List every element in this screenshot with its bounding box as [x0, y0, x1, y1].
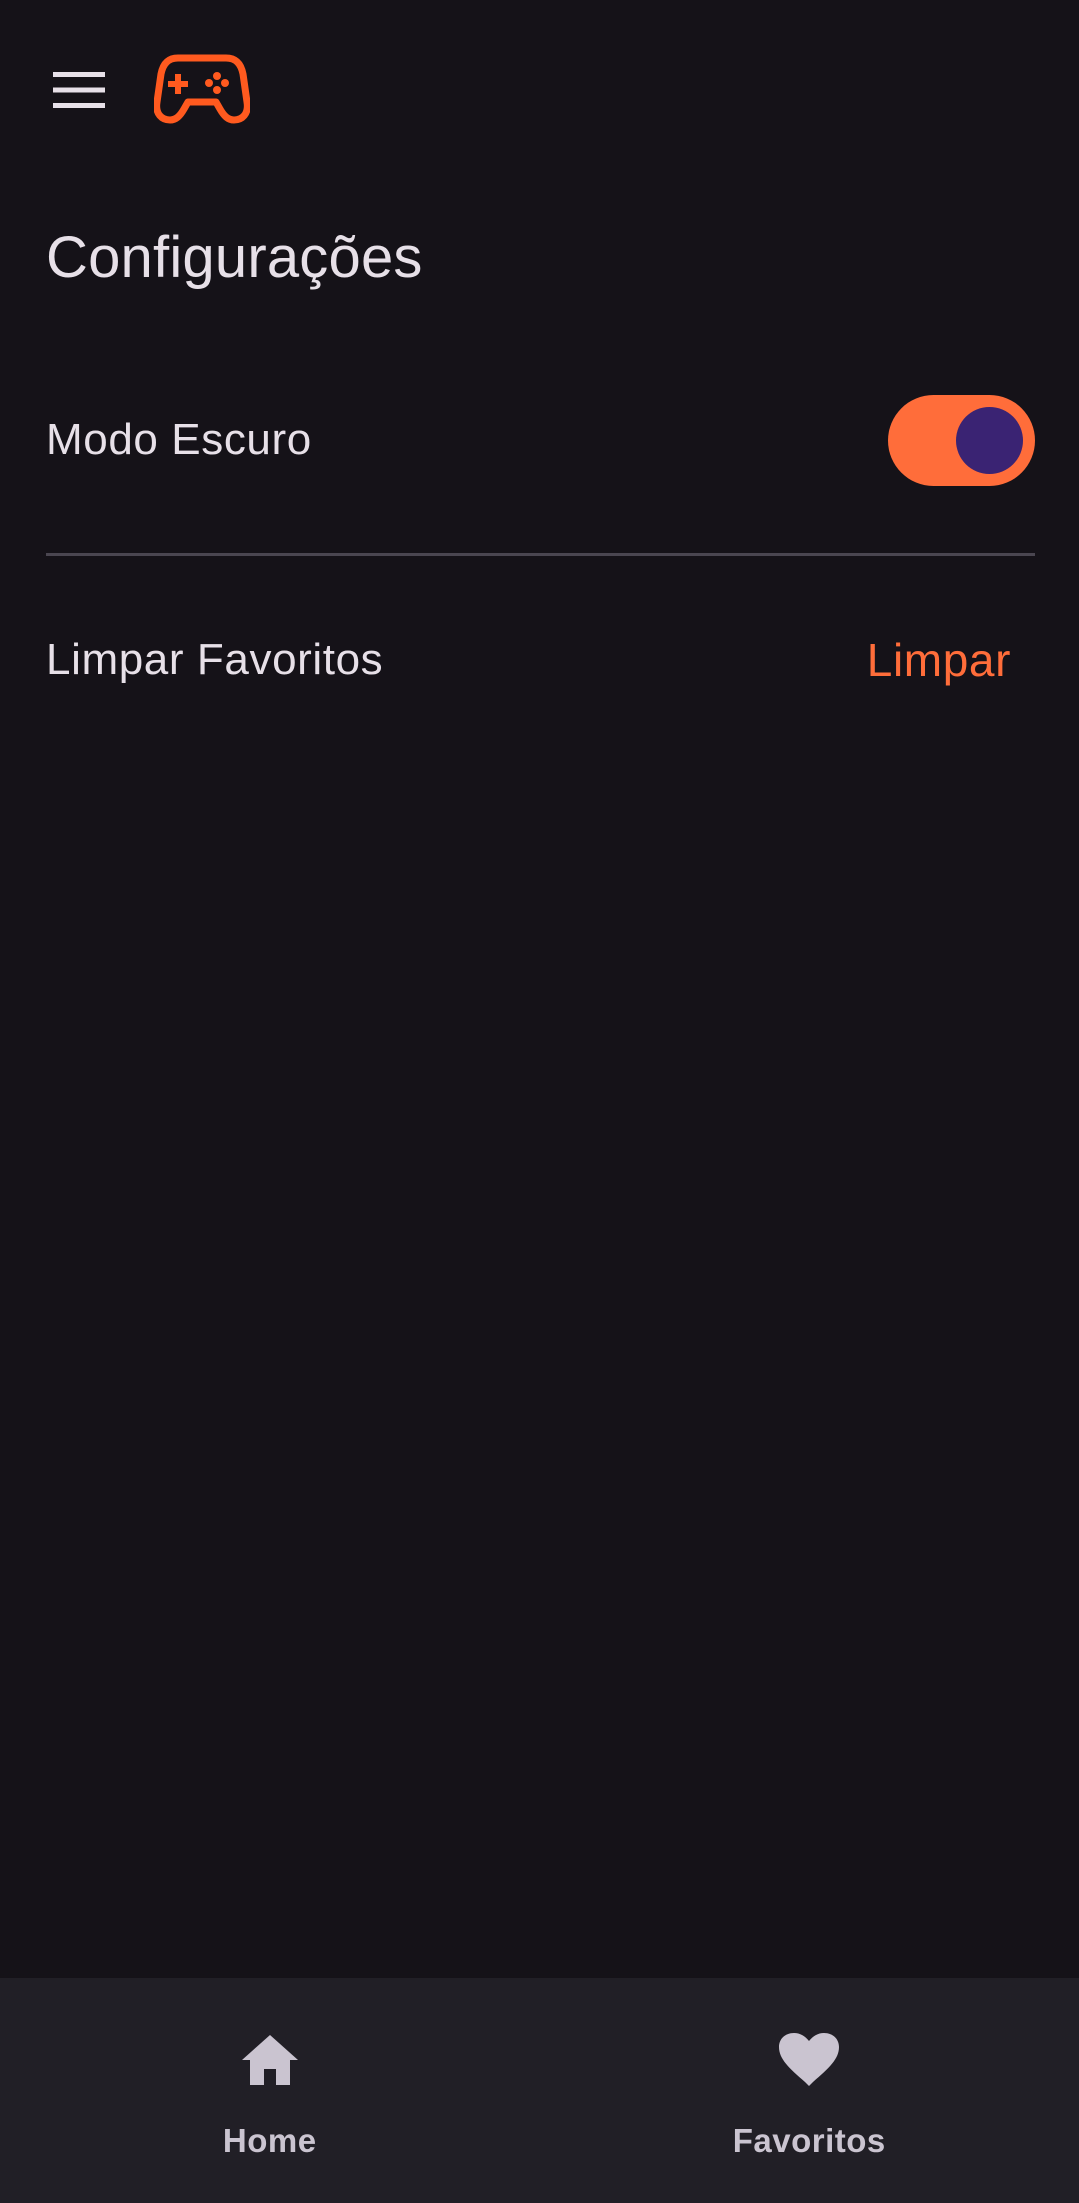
dark-mode-row: Modo Escuro	[46, 380, 1035, 500]
dark-mode-switch[interactable]	[888, 394, 1035, 486]
divider	[46, 553, 1035, 556]
switch-thumb	[956, 406, 1023, 474]
gamepad-icon	[153, 54, 251, 124]
hamburger-menu-icon	[53, 72, 105, 108]
page-title: Configurações	[46, 225, 423, 290]
nav-item-home[interactable]: Home	[0, 1978, 540, 2203]
clear-favorites-label: Limpar Favoritos	[46, 635, 384, 684]
nav-item-favoritos[interactable]: Favoritos	[540, 1978, 1079, 2203]
clear-favorites-button[interactable]: Limpar	[843, 617, 1035, 703]
clear-favorites-row: Limpar Favoritos Limpar	[46, 600, 1035, 720]
home-icon	[238, 2028, 302, 2092]
dark-mode-label: Modo Escuro	[46, 415, 312, 464]
app-logo	[153, 50, 251, 126]
bottom-navigation-bar: Home Favoritos	[0, 1978, 1079, 2203]
menu-button[interactable]	[30, 50, 128, 130]
heart-icon	[777, 2028, 841, 2092]
nav-label-favoritos: Favoritos	[732, 2122, 886, 2159]
nav-label-home: Home	[222, 2122, 317, 2159]
top-app-bar	[0, 0, 1079, 180]
